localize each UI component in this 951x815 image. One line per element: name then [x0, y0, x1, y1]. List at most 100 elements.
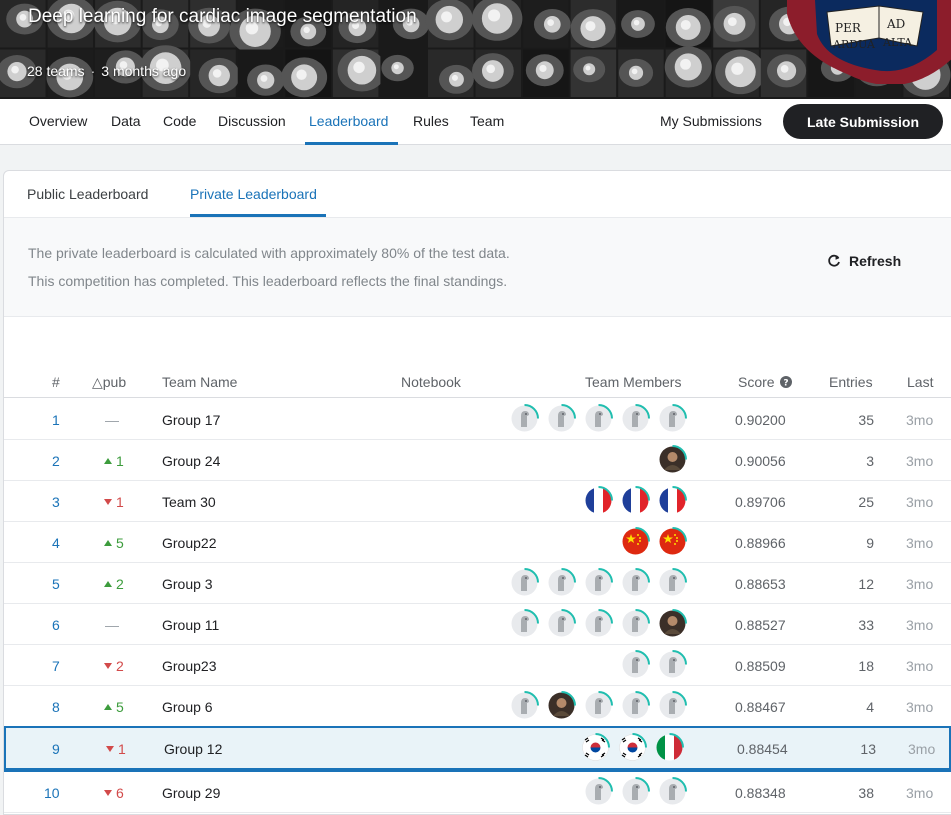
default-avatar-icon[interactable] [546, 608, 577, 639]
entries-cell: 38 [858, 785, 874, 801]
tab-rules[interactable]: Rules [413, 113, 449, 129]
table-row[interactable]: 7 2 Group23 0.88509 18 3mo [4, 645, 951, 686]
default-avatar-icon[interactable] [657, 690, 688, 721]
no-change-dash: — [105, 412, 119, 428]
korea-flag-avatar[interactable] [617, 732, 648, 763]
default-avatar-icon[interactable] [620, 649, 651, 680]
team-name-link[interactable]: Group 17 [162, 412, 220, 428]
tab-discussion[interactable]: Discussion [218, 113, 286, 129]
header-delta-public[interactable]: △pub [92, 374, 126, 391]
china-flag-avatar[interactable] [657, 526, 688, 557]
default-avatar-icon[interactable] [620, 690, 651, 721]
korea-flag-avatar[interactable] [580, 732, 611, 763]
default-avatar-icon[interactable] [657, 649, 688, 680]
score-cell: 0.88454 [737, 741, 788, 757]
default-avatar-icon[interactable] [620, 608, 651, 639]
default-avatar-icon[interactable] [509, 403, 540, 434]
team-name-link[interactable]: Team 30 [162, 494, 216, 510]
table-row[interactable]: 1 — Group 17 0.90200 35 3mo [4, 399, 951, 440]
late-submission-button[interactable]: Late Submission [783, 104, 943, 139]
rank-change-value: 5 [116, 535, 124, 551]
refresh-button[interactable]: Refresh [827, 253, 901, 269]
last-submission-cell: 3mo [906, 785, 934, 801]
table-row[interactable]: 5 2 Group 3 0.88653 12 3mo [4, 563, 951, 604]
user-photo-avatar[interactable] [657, 444, 688, 475]
italy-flag-avatar[interactable] [654, 732, 685, 763]
default-avatar-icon[interactable] [546, 403, 577, 434]
table-row[interactable]: 4 5 Group22 0.88966 9 3mo [4, 522, 951, 563]
header-score-label: Score [738, 374, 775, 390]
rank-cell: 9 [52, 741, 60, 757]
score-cell: 0.88467 [735, 699, 786, 715]
leaderboard-subtabs: Public Leaderboard Private Leaderboard [4, 171, 951, 217]
default-avatar-icon[interactable] [657, 567, 688, 598]
default-avatar-icon[interactable] [583, 403, 614, 434]
table-row[interactable]: 6 — Group 11 0.88527 33 3mo [4, 604, 951, 645]
last-submission-cell: 3mo [906, 699, 934, 715]
entries-cell: 18 [858, 658, 874, 674]
default-avatar-icon[interactable] [583, 567, 614, 598]
header-entries: Entries [829, 374, 873, 390]
user-photo-avatar[interactable] [546, 690, 577, 721]
france-flag-avatar[interactable] [620, 485, 651, 516]
table-row[interactable]: 10 6 Group 29 0.88348 38 3mo [4, 772, 951, 813]
team-members [509, 608, 688, 639]
rank-change-cell: 1 [104, 494, 144, 510]
header-notebook: Notebook [401, 374, 461, 390]
rank-change-value: 1 [116, 453, 124, 469]
tab-leaderboard[interactable]: Leaderboard [309, 113, 388, 129]
france-flag-avatar[interactable] [583, 485, 614, 516]
table-row[interactable]: 9 1 Group 12 0.88454 13 3mo [4, 726, 951, 772]
table-row[interactable]: 8 5 Group 6 0.88467 4 3mo [4, 686, 951, 727]
team-name-link[interactable]: Group 3 [162, 576, 213, 592]
team-name-link[interactable]: Group 24 [162, 453, 220, 469]
help-icon[interactable]: ? [779, 376, 792, 388]
tab-private-leaderboard[interactable]: Private Leaderboard [190, 186, 317, 202]
team-name-link[interactable]: Group22 [162, 535, 216, 551]
leaderboard-info-panel: The private leaderboard is calculated wi… [4, 217, 951, 317]
default-avatar-icon[interactable] [509, 608, 540, 639]
team-name-link[interactable]: Group23 [162, 658, 216, 674]
tab-data[interactable]: Data [111, 113, 141, 129]
competition-age: 3 months ago [101, 63, 187, 79]
default-avatar-icon[interactable] [509, 567, 540, 598]
header-team-members: Team Members [585, 374, 682, 390]
default-avatar-icon[interactable] [509, 690, 540, 721]
default-avatar-icon[interactable] [583, 690, 614, 721]
entries-cell: 33 [858, 617, 874, 633]
my-submissions-link[interactable]: My Submissions [660, 113, 762, 129]
entries-cell: 25 [858, 494, 874, 510]
table-row[interactable]: 3 1 Team 30 0.89706 25 3mo [4, 481, 951, 522]
rank-change-cell: 2 [104, 576, 144, 592]
last-submission-cell: 3mo [908, 741, 936, 757]
france-flag-avatar[interactable] [657, 485, 688, 516]
last-submission-cell: 3mo [906, 494, 934, 510]
header-team-name: Team Name [162, 374, 238, 390]
entries-cell: 35 [858, 412, 874, 428]
team-name-link[interactable]: Group 6 [162, 699, 213, 715]
rank-change-cell: — [105, 617, 145, 633]
team-name-link[interactable]: Group 11 [162, 617, 219, 633]
team-name-link[interactable]: Group 29 [162, 785, 220, 801]
tab-overview[interactable]: Overview [29, 113, 87, 129]
last-submission-cell: 3mo [906, 412, 934, 428]
tab-public-leaderboard[interactable]: Public Leaderboard [27, 186, 148, 202]
table-row[interactable]: 2 1 Group 24 0.90056 3 3mo [4, 440, 951, 481]
default-avatar-icon[interactable] [620, 776, 651, 807]
default-avatar-icon[interactable] [583, 776, 614, 807]
tab-code[interactable]: Code [163, 113, 196, 129]
user-photo-avatar[interactable] [657, 608, 688, 639]
default-avatar-icon[interactable] [583, 608, 614, 639]
tab-team[interactable]: Team [470, 113, 504, 129]
default-avatar-icon[interactable] [657, 403, 688, 434]
default-avatar-icon[interactable] [546, 567, 577, 598]
china-flag-avatar[interactable] [620, 526, 651, 557]
default-avatar-icon[interactable] [620, 567, 651, 598]
entries-cell: 3 [866, 453, 874, 469]
default-avatar-icon[interactable] [620, 403, 651, 434]
default-avatar-icon[interactable] [657, 776, 688, 807]
team-members [509, 690, 688, 721]
rank-change-value: 1 [116, 494, 124, 510]
team-name-link[interactable]: Group 12 [164, 741, 222, 757]
no-change-dash: — [105, 617, 119, 633]
